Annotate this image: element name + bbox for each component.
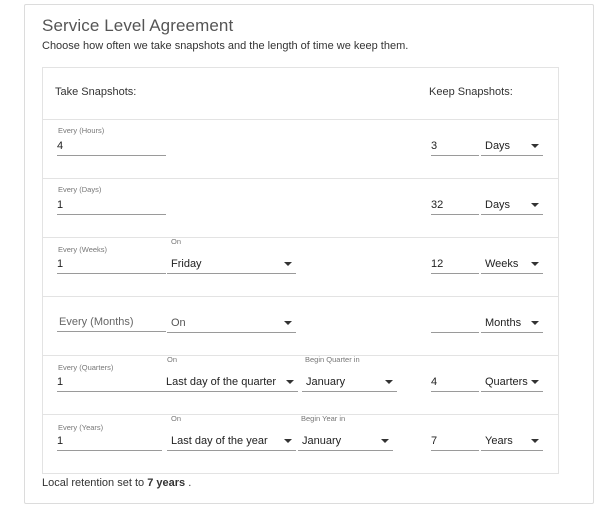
months-keep-unit-select[interactable]: Months <box>481 316 543 333</box>
weeks-keep-unit-select[interactable]: Weeks <box>481 257 543 274</box>
quarters-begin-label: Begin Quarter in <box>305 355 360 364</box>
years-keep-input[interactable]: 7 <box>431 434 479 451</box>
months-on-select[interactable]: On <box>167 316 296 333</box>
retention-prefix: Local retention set to <box>42 477 145 489</box>
hours-keep-unit: Days <box>485 140 511 152</box>
weeks-input[interactable]: 1 <box>57 257 166 274</box>
chevron-down-icon <box>531 144 539 148</box>
page-title: Service Level Agreement <box>42 16 234 35</box>
months-input[interactable]: Every (Months) <box>57 315 166 332</box>
weeks-keep-unit: Weeks <box>485 258 519 270</box>
years-day-value: Last day of the year <box>171 435 268 447</box>
months-keep-input[interactable] <box>431 316 479 333</box>
chevron-down-icon <box>531 321 539 325</box>
months-keep-unit: Months <box>485 317 522 329</box>
retention-summary: Local retention set to 7 years . <box>42 477 191 489</box>
hours-label: Every (Hours) <box>58 126 105 135</box>
years-day-select[interactable]: Last day of the year <box>167 434 296 451</box>
chevron-down-icon <box>284 439 292 443</box>
days-label: Every (Days) <box>58 185 102 194</box>
chevron-down-icon <box>531 380 539 384</box>
row-divider <box>43 119 558 120</box>
weeks-day-value: Friday <box>171 258 202 270</box>
quarters-keep-unit-select[interactable]: Quarters <box>481 375 543 392</box>
quarters-input[interactable]: 1 <box>57 375 162 392</box>
row-divider <box>43 296 558 297</box>
quarters-day-value: Last day of the quarter <box>166 376 277 388</box>
chevron-down-icon <box>381 439 389 443</box>
row-divider <box>43 178 558 179</box>
quarters-on-label: On <box>167 355 178 364</box>
years-begin-value: January <box>302 435 342 447</box>
years-begin-label: Begin Year in <box>301 414 346 423</box>
chevron-down-icon <box>286 380 294 384</box>
chevron-down-icon <box>531 439 539 443</box>
take-snapshots-header: Take Snapshots: <box>55 86 137 98</box>
days-input[interactable]: 1 <box>57 198 166 215</box>
quarters-label: Every (Quarters) <box>58 363 114 372</box>
weeks-label: Every (Weeks) <box>58 245 108 254</box>
years-keep-unit: Years <box>485 435 513 447</box>
months-on-placeholder: On <box>171 317 186 329</box>
quarters-keep-unit: Quarters <box>485 376 528 388</box>
years-on-label: On <box>171 414 182 423</box>
weeks-keep-input[interactable]: 12 <box>431 257 479 274</box>
retention-value: 7 years <box>147 477 186 489</box>
quarters-day-select[interactable]: Last day of the quarter <box>162 375 298 392</box>
hours-input[interactable]: 4 <box>57 139 166 156</box>
days-keep-unit-select[interactable]: Days <box>481 198 543 215</box>
row-divider <box>43 355 558 356</box>
hours-keep-unit-select[interactable]: Days <box>481 139 543 156</box>
chevron-down-icon <box>284 262 292 266</box>
chevron-down-icon <box>284 321 292 325</box>
chevron-down-icon <box>385 380 393 384</box>
weeks-day-select[interactable]: Friday <box>167 257 296 274</box>
hours-keep-input[interactable]: 3 <box>431 139 479 156</box>
page-subtitle: Choose how often we take snapshots and t… <box>42 40 409 52</box>
chevron-down-icon <box>531 262 539 266</box>
weeks-on-label: On <box>171 237 182 246</box>
quarters-keep-input[interactable]: 4 <box>431 375 479 392</box>
years-begin-select[interactable]: January <box>298 434 393 451</box>
days-keep-input[interactable]: 32 <box>431 198 479 215</box>
years-keep-unit-select[interactable]: Years <box>481 434 543 451</box>
row-divider <box>43 237 558 238</box>
days-keep-unit: Days <box>485 199 511 211</box>
keep-snapshots-header: Keep Snapshots: <box>429 86 513 98</box>
years-label: Every (Years) <box>58 423 104 432</box>
chevron-down-icon <box>531 203 539 207</box>
months-placeholder: Every (Months) <box>59 316 134 328</box>
quarters-begin-select[interactable]: January <box>302 375 397 392</box>
years-input[interactable]: 1 <box>57 434 162 451</box>
quarters-begin-value: January <box>306 376 346 388</box>
retention-suffix: . <box>188 477 192 489</box>
